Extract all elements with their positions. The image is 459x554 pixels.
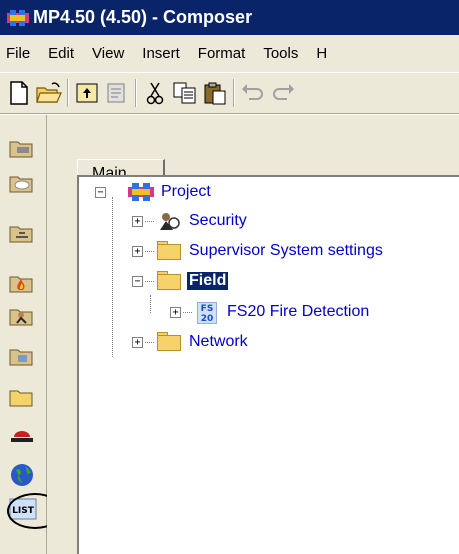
cut-icon[interactable] xyxy=(140,78,170,108)
tree-node-label: Supervisor System settings xyxy=(189,242,383,259)
expand-icon[interactable]: + xyxy=(132,215,143,227)
security-folder-icon[interactable] xyxy=(9,303,35,329)
tree-guide-line xyxy=(112,197,113,357)
project-icon xyxy=(128,182,154,202)
menu-bar: File Edit View Insert Format Tools H xyxy=(0,35,459,72)
tree-node-label: FS20 Fire Detection xyxy=(227,303,370,320)
folder-icon xyxy=(156,271,182,291)
menu-file[interactable]: File xyxy=(0,45,39,62)
tree-node-field[interactable]: − Field xyxy=(132,269,229,293)
tree-guide-line xyxy=(150,295,151,313)
fire-folder-icon[interactable] xyxy=(9,270,35,296)
pane-gap xyxy=(47,175,77,554)
folder-icon xyxy=(156,332,182,352)
tree-node-label: Project xyxy=(161,183,211,200)
tab-strip: Main xyxy=(47,115,459,207)
menu-help[interactable]: H xyxy=(307,45,336,62)
tree-node-label: Security xyxy=(189,212,247,229)
menu-insert[interactable]: Insert xyxy=(133,45,189,62)
up-level-icon[interactable] xyxy=(72,78,102,108)
app-icon xyxy=(7,9,29,26)
globe-icon[interactable] xyxy=(9,462,35,488)
toolbar-separator xyxy=(135,79,137,107)
menu-format[interactable]: Format xyxy=(189,45,255,62)
folder-icon xyxy=(156,241,182,261)
undo-icon[interactable] xyxy=(238,78,268,108)
menu-edit[interactable]: Edit xyxy=(39,45,83,62)
project-tree: − Project + Security + Supervisor System… xyxy=(77,175,459,554)
open-folder-icon[interactable] xyxy=(34,78,64,108)
expand-icon[interactable]: + xyxy=(132,336,143,348)
tree-node-project[interactable]: − Project xyxy=(95,180,213,204)
toolbar xyxy=(0,72,459,114)
menu-tools[interactable]: Tools xyxy=(254,45,307,62)
window-title: MP4.50 (4.50) - Composer xyxy=(33,7,253,27)
expand-icon[interactable]: + xyxy=(132,245,143,257)
toolbar-separator xyxy=(233,79,235,107)
fs-badge-top: FS xyxy=(200,304,214,314)
paste-icon[interactable] xyxy=(200,78,230,108)
cloud-folder-icon[interactable] xyxy=(9,170,35,196)
security-icon xyxy=(156,211,182,231)
properties-icon[interactable] xyxy=(102,78,132,108)
collapse-icon[interactable]: − xyxy=(95,186,106,198)
fs20-icon: FS 20 xyxy=(194,302,220,324)
tree-node-label: Network xyxy=(189,333,248,350)
new-document-icon[interactable] xyxy=(4,78,34,108)
tree-node-label-selected: Field xyxy=(187,272,229,290)
component-sidebar: LIST xyxy=(0,115,63,554)
network-folder-icon[interactable] xyxy=(9,220,35,246)
devices-folder-icon[interactable] xyxy=(9,343,35,369)
tree-node-fs20-fire-detection[interactable]: + FS 20 FS20 Fire Detection xyxy=(170,300,371,324)
copy-icon[interactable] xyxy=(170,78,200,108)
expand-icon[interactable]: + xyxy=(170,306,181,318)
alarm-icon[interactable] xyxy=(9,423,35,449)
folder-icon[interactable] xyxy=(9,384,35,410)
tree-node-security[interactable]: + Security xyxy=(132,209,249,233)
menu-view[interactable]: View xyxy=(83,45,133,62)
toolbar-separator xyxy=(67,79,69,107)
redo-icon[interactable] xyxy=(268,78,298,108)
tree-node-supervisor-system-settings[interactable]: + Supervisor System settings xyxy=(132,239,385,263)
collapse-icon[interactable]: − xyxy=(132,275,143,287)
title-bar[interactable]: MP4.50 (4.50) - Composer xyxy=(0,0,459,35)
fs-badge-bottom: 20 xyxy=(200,314,214,324)
tools-folder-icon[interactable] xyxy=(9,135,35,161)
tree-node-network[interactable]: + Network xyxy=(132,330,250,354)
